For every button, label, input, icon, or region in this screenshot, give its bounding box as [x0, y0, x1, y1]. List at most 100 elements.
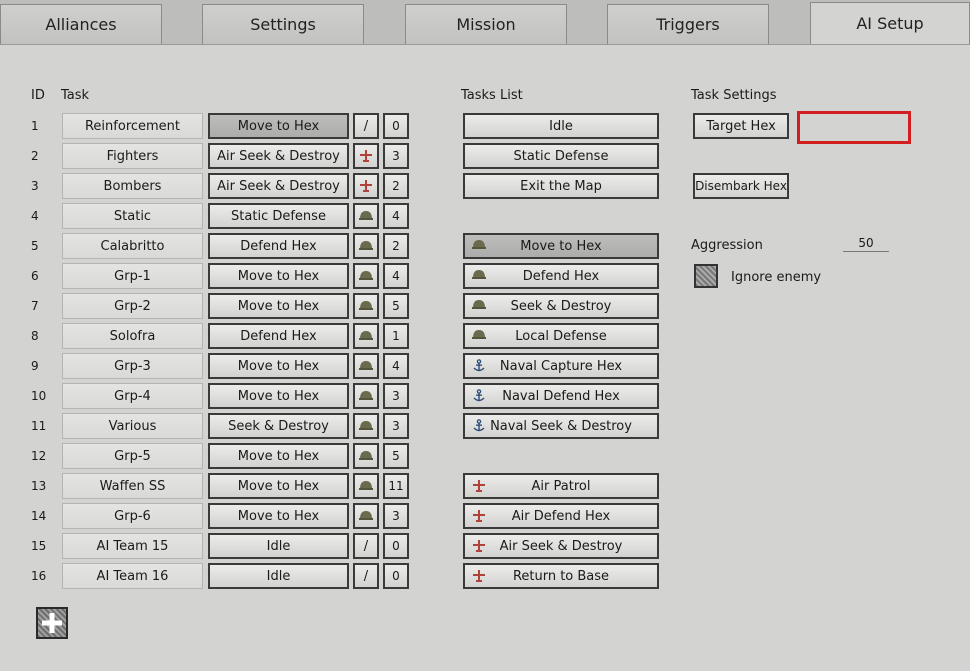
team-type-button[interactable] [353, 323, 379, 349]
team-type-button[interactable] [353, 263, 379, 289]
task-list-item[interactable]: Seek & Destroy [463, 293, 659, 319]
task-list-item[interactable]: Naval Seek & Destroy [463, 413, 659, 439]
team-task-button[interactable]: Move to Hex [208, 473, 349, 499]
task-list-item[interactable]: Static Defense [463, 143, 659, 169]
team-task-button[interactable]: Move to Hex [208, 353, 349, 379]
team-name-field[interactable]: Fighters [62, 143, 203, 169]
team-task-button[interactable]: Move to Hex [208, 113, 349, 139]
team-type-button[interactable] [353, 233, 379, 259]
target-hex-button[interactable]: Target Hex [693, 113, 789, 139]
team-task-button[interactable]: Defend Hex [208, 233, 349, 259]
team-type-button[interactable] [353, 353, 379, 379]
team-type-button[interactable] [353, 173, 379, 199]
helmet-icon [359, 210, 373, 222]
team-task-button[interactable]: Move to Hex [208, 383, 349, 409]
ignore-enemy-checkbox[interactable] [694, 264, 718, 288]
team-type-button[interactable] [353, 383, 379, 409]
team-name-field[interactable]: Waffen SS [62, 473, 203, 499]
tab-triggers[interactable]: Triggers [607, 4, 769, 44]
task-list-item[interactable]: Naval Defend Hex [463, 383, 659, 409]
team-task-button[interactable]: Move to Hex [208, 293, 349, 319]
disembark-hex-button[interactable]: Disembark Hex [693, 173, 789, 199]
add-team-button[interactable] [36, 607, 68, 639]
task-list-item[interactable]: Idle [463, 113, 659, 139]
aggression-value[interactable]: 50 [843, 234, 889, 252]
plane-icon [359, 179, 373, 193]
task-list-item[interactable]: Exit the Map [463, 173, 659, 199]
team-name-field[interactable]: Solofra [62, 323, 203, 349]
row-id: 4 [31, 209, 39, 223]
team-type-button[interactable] [353, 473, 379, 499]
team-name-field[interactable]: Reinforcement [62, 113, 203, 139]
task-list-label: Naval Capture Hex [499, 358, 623, 374]
team-task-button[interactable]: Static Defense [208, 203, 349, 229]
task-list-item[interactable]: Air Seek & Destroy [463, 533, 659, 559]
team-name-field[interactable]: Grp-3 [62, 353, 203, 379]
team-count-button[interactable]: 3 [383, 503, 409, 529]
tab-mission[interactable]: Mission [405, 4, 567, 44]
team-type-button[interactable] [353, 143, 379, 169]
task-list-item[interactable]: Return to Base [463, 563, 659, 589]
team-type-button[interactable] [353, 203, 379, 229]
team-type-button[interactable]: / [353, 533, 379, 559]
team-count-button[interactable]: 2 [383, 233, 409, 259]
team-type-button[interactable]: / [353, 113, 379, 139]
tab-settings[interactable]: Settings [202, 4, 364, 44]
task-list-item[interactable]: Air Patrol [463, 473, 659, 499]
team-name-field[interactable]: Grp-4 [62, 383, 203, 409]
team-task-button[interactable]: Air Seek & Destroy [208, 173, 349, 199]
team-count-button[interactable]: 3 [383, 143, 409, 169]
team-count-button[interactable]: 4 [383, 263, 409, 289]
team-count-button[interactable]: 3 [383, 383, 409, 409]
tab-alliances[interactable]: Alliances [0, 4, 162, 44]
team-name-field[interactable]: Grp-2 [62, 293, 203, 319]
target-hex-value-box[interactable] [797, 111, 911, 144]
team-count-button[interactable]: 4 [383, 353, 409, 379]
task-list-item[interactable]: Local Defense [463, 323, 659, 349]
team-count-button[interactable]: 0 [383, 113, 409, 139]
team-name-field[interactable]: Grp-1 [62, 263, 203, 289]
team-type-button[interactable]: / [353, 563, 379, 589]
team-name-field[interactable]: Static [62, 203, 203, 229]
task-list-item[interactable]: Move to Hex [463, 233, 659, 259]
team-count-button[interactable]: 5 [383, 293, 409, 319]
team-name-field[interactable]: Bombers [62, 173, 203, 199]
team-type-button[interactable] [353, 413, 379, 439]
team-count-button[interactable]: 0 [383, 563, 409, 589]
team-count-button[interactable]: 4 [383, 203, 409, 229]
team-task-button[interactable]: Idle [208, 563, 349, 589]
team-count-button[interactable]: 3 [383, 413, 409, 439]
team-task-button[interactable]: Move to Hex [208, 263, 349, 289]
team-type-button[interactable] [353, 293, 379, 319]
task-list-label: Seek & Destroy [510, 298, 612, 314]
team-count-button[interactable]: 11 [383, 473, 409, 499]
team-task-button[interactable]: Move to Hex [208, 503, 349, 529]
team-task-button[interactable]: Defend Hex [208, 323, 349, 349]
task-list-item[interactable]: Naval Capture Hex [463, 353, 659, 379]
team-count-button[interactable]: 0 [383, 533, 409, 559]
anchor-icon [472, 419, 486, 433]
team-name-field[interactable]: Various [62, 413, 203, 439]
row-id: 12 [31, 449, 47, 463]
team-count-button[interactable]: 1 [383, 323, 409, 349]
team-name-field[interactable]: Grp-5 [62, 443, 203, 469]
team-name-field[interactable]: AI Team 15 [62, 533, 203, 559]
team-task-button[interactable]: Move to Hex [208, 443, 349, 469]
team-type-button[interactable] [353, 443, 379, 469]
row-id: 15 [31, 539, 47, 553]
team-name-field[interactable]: Grp-6 [62, 503, 203, 529]
team-task-button[interactable]: Air Seek & Destroy [208, 143, 349, 169]
tab-ai-setup[interactable]: AI Setup [810, 2, 970, 44]
helmet-icon [472, 239, 486, 253]
team-count-button[interactable]: 5 [383, 443, 409, 469]
team-task-button[interactable]: Idle [208, 533, 349, 559]
row-id: 2 [31, 149, 39, 163]
task-list-item[interactable]: Defend Hex [463, 263, 659, 289]
team-count-button[interactable]: 2 [383, 173, 409, 199]
task-list-item[interactable]: Air Defend Hex [463, 503, 659, 529]
team-name-field[interactable]: Calabritto [62, 233, 203, 259]
team-task-button[interactable]: Seek & Destroy [208, 413, 349, 439]
tasks-list-header: Tasks List [461, 88, 523, 103]
team-name-field[interactable]: AI Team 16 [62, 563, 203, 589]
team-type-button[interactable] [353, 503, 379, 529]
